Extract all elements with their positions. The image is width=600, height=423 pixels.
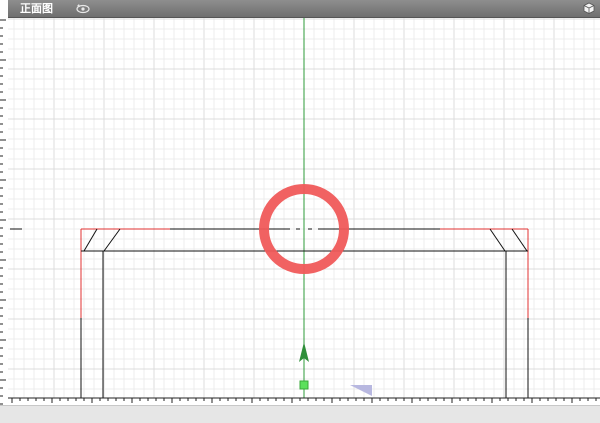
horizontal-ruler (8, 397, 600, 403)
status-bar (0, 405, 600, 423)
front-viewport[interactable]: 正面图 (0, 0, 600, 423)
